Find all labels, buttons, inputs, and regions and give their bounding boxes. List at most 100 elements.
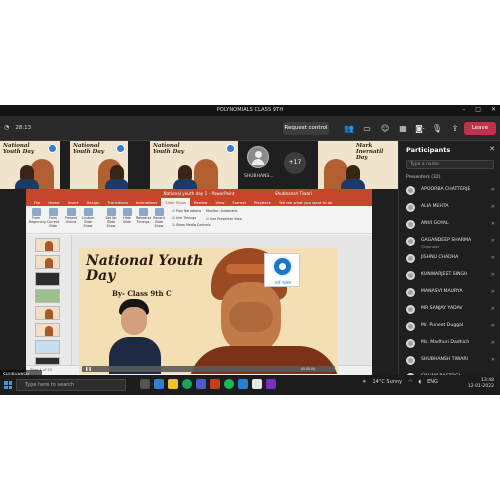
tab-transitions[interactable]: Transitions: [104, 198, 132, 206]
from-beginning-button[interactable]: From Beginning: [29, 208, 46, 225]
presenter-video: [109, 299, 161, 374]
avatar: [406, 356, 415, 365]
spotify-icon[interactable]: [224, 379, 234, 389]
leave-button[interactable]: Leave: [464, 122, 496, 135]
media-controls-bar[interactable]: ❚❚ 00:00.00: [82, 366, 335, 372]
school-logo-icon: [116, 144, 125, 153]
set-up-slide-show-button[interactable]: Set Up Slide Show: [104, 208, 118, 228]
school-logo-icon: [48, 144, 57, 153]
participant-item[interactable]: GAGANDEEP SHARMA Organizer ✕: [406, 235, 498, 252]
participant-item[interactable]: Ms. Madhuri Dadhich ✕: [406, 337, 498, 354]
more-participants-button[interactable]: +17: [284, 152, 306, 174]
slides-icon: [83, 208, 93, 216]
presenter-view-checkbox[interactable]: ☑ Use Presenter View: [206, 217, 242, 221]
request-control-button[interactable]: Request control: [283, 122, 329, 135]
from-current-slide-button[interactable]: From Current Slide: [46, 208, 60, 228]
teams-icon[interactable]: [196, 379, 206, 389]
file-explorer-icon[interactable]: [168, 379, 178, 389]
slide-thumbnail[interactable]: 6: [35, 323, 60, 337]
taskbar-clock[interactable]: 13:48 12-01-2022: [468, 378, 494, 390]
thumb-figure: [45, 241, 53, 251]
participant-item[interactable]: MANASVI MAURYA ✕: [406, 286, 498, 303]
tab-slide-show[interactable]: Slide Show: [161, 198, 190, 206]
chrome-icon[interactable]: [182, 379, 192, 389]
mic-icon[interactable]: 🎙: [428, 121, 446, 136]
custom-slide-show-button[interactable]: Custom Slide Show: [81, 208, 95, 228]
avatar: [406, 186, 415, 195]
tab-review[interactable]: Review: [190, 198, 212, 206]
current-slide[interactable]: National Youth Day By- Class 9th C गार्ड…: [79, 248, 338, 374]
volume-icon[interactable]: ◖: [418, 379, 421, 385]
participant-item[interactable]: APOORBA CHATTERJE ✕: [406, 184, 498, 201]
participant-search-input[interactable]: Type a name: [406, 160, 494, 169]
close-icon[interactable]: ✕: [489, 145, 495, 153]
windows-start-icon[interactable]: [4, 381, 12, 389]
slide-thumbnail[interactable]: 7: [35, 340, 60, 354]
use-timings-checkbox[interactable]: ☑ Use Timings: [172, 216, 196, 220]
show-media-controls-checkbox[interactable]: ☑ Show Media Controls: [172, 223, 211, 227]
participant-item[interactable]: SHUBHANSH TIWARI ✕: [406, 354, 498, 371]
language-indicator[interactable]: ENG: [427, 379, 438, 385]
weather-icon[interactable]: ☀: [362, 379, 366, 385]
slide-thumbnail[interactable]: 2: [35, 255, 60, 269]
close-icon[interactable]: ✕: [491, 106, 496, 113]
share-icon[interactable]: ⇪: [446, 121, 464, 136]
participant-name: JISHNU CHADHA: [421, 255, 459, 260]
monitor-select[interactable]: Monitor: Automatic: [206, 209, 238, 213]
hide-slide-button[interactable]: Hide Slide: [120, 208, 134, 225]
participant-name: MR SANJAY YADAV: [421, 306, 463, 311]
edge-icon[interactable]: [154, 379, 164, 389]
word-icon[interactable]: [238, 379, 248, 389]
camera-icon[interactable]: ◙: [410, 121, 428, 136]
app-icon[interactable]: [252, 379, 262, 389]
slide-thumbnail[interactable]: 1: [35, 238, 60, 252]
taskbar-search-input[interactable]: Type here to search: [16, 379, 126, 391]
mic-off-icon: ✕: [490, 221, 495, 227]
participant-item[interactable]: KUNWARJEET SINGH ✕: [406, 269, 498, 286]
participant-item[interactable]: ALIA MEHTA ✕: [406, 201, 498, 218]
powerpoint-icon[interactable]: [210, 379, 220, 389]
tab-playback[interactable]: Playback: [250, 198, 275, 206]
presenters-section-header[interactable]: Presenters (32): [406, 175, 441, 180]
participant-item[interactable]: ANVI GOYAL ✕: [406, 218, 498, 235]
tab-design[interactable]: Design: [82, 198, 103, 206]
tab-animations[interactable]: Animations: [132, 198, 161, 206]
slide-thumbnail[interactable]: 4: [35, 289, 60, 303]
participant-item[interactable]: MR SANJAY YADAV ✕: [406, 303, 498, 320]
tab-insert[interactable]: Insert: [64, 198, 83, 206]
tell-me-search[interactable]: Tell me what you want to do: [275, 198, 337, 206]
participant-item[interactable]: Mr. Puneet Duggal ✕: [406, 320, 498, 337]
video-tile[interactable]: Mark Inernatil Day: [318, 141, 398, 189]
tab-file[interactable]: File: [30, 198, 44, 206]
tab-format[interactable]: Format: [229, 198, 250, 206]
tab-home[interactable]: Home: [44, 198, 63, 206]
video-tile[interactable]: National Youth Day: [150, 141, 238, 189]
button-label: From Beginning: [29, 216, 46, 224]
participant-item[interactable]: JISHNU CHADHA ✕: [406, 252, 498, 269]
rehearse-timings-button[interactable]: Rehearse Timings: [136, 208, 151, 225]
slide-thumbnail[interactable]: 5: [35, 306, 60, 320]
maximize-icon[interactable]: □: [475, 106, 481, 113]
play-pause-icon[interactable]: ❚❚: [85, 366, 92, 372]
chat-icon[interactable]: ▭: [358, 121, 376, 136]
video-tile[interactable]: National Youth Day: [70, 141, 128, 189]
app-icon[interactable]: [266, 379, 276, 389]
present-online-button[interactable]: Present Online: [64, 208, 78, 225]
avatar-tile[interactable]: SHUBHANS...: [244, 141, 274, 189]
slide-thumbnail[interactable]: 8: [35, 357, 60, 365]
weather-text[interactable]: 14°C Sunny: [372, 379, 402, 385]
wifi-icon[interactable]: ◠: [408, 379, 412, 385]
slide-thumbnail[interactable]: 3: [35, 272, 60, 286]
tab-view[interactable]: View: [212, 198, 229, 206]
play-narrations-checkbox[interactable]: ☑ Play Narrations: [172, 209, 201, 213]
video-tile[interactable]: National Youth Day: [0, 141, 60, 189]
checkbox-label: Use Timings: [176, 216, 197, 220]
participants-icon[interactable]: 👥: [340, 121, 358, 136]
avatar: [406, 254, 415, 263]
reaction-icon[interactable]: ☺: [376, 121, 394, 136]
task-view-icon[interactable]: [140, 379, 150, 389]
shield-icon[interactable]: ◔: [4, 124, 9, 131]
record-slide-show-button[interactable]: Record Slide Show: [152, 208, 166, 228]
minimize-icon[interactable]: –: [462, 106, 465, 113]
participant-name: KUNWARJEET SINGH: [421, 272, 468, 277]
